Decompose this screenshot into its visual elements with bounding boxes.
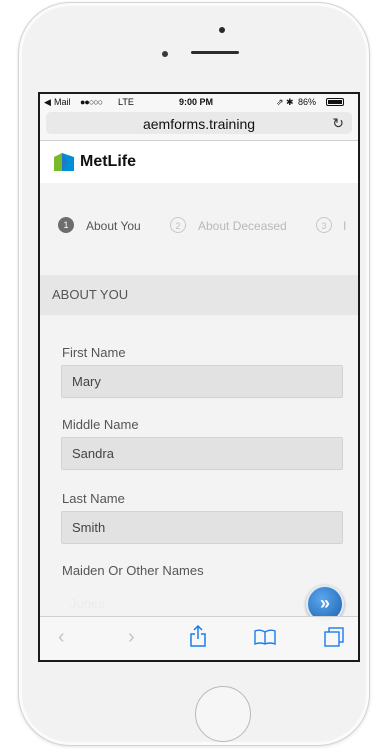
earpiece-speaker bbox=[191, 51, 239, 54]
front-camera bbox=[162, 51, 168, 57]
battery-percent: 86% bbox=[298, 97, 317, 107]
home-button[interactable] bbox=[195, 686, 251, 742]
last-name-field[interactable]: Smith bbox=[61, 511, 343, 544]
metlife-logo-icon bbox=[54, 153, 74, 171]
brand-name: MetLife bbox=[80, 153, 136, 170]
step-2-number[interactable]: 2 bbox=[170, 217, 186, 233]
forward-icon[interactable]: › bbox=[128, 627, 135, 647]
phone-screen: ◀ Mail ●●○○○ LTE 9:00 PM ⇗ ✱ 86% aemform… bbox=[38, 92, 360, 662]
brand-header: MetLife bbox=[40, 141, 358, 183]
mail-back-icon[interactable]: ◀ bbox=[44, 97, 51, 108]
first-name-label: First Name bbox=[62, 345, 126, 360]
bookmarks-icon[interactable] bbox=[254, 629, 276, 645]
clock: 9:00 PM bbox=[179, 97, 214, 107]
signal-icon: ●●○○○ bbox=[80, 97, 103, 107]
section-header: ABOUT YOU bbox=[40, 275, 358, 315]
url-text: aemforms.training bbox=[142, 116, 256, 132]
network-label: LTE bbox=[118, 97, 134, 107]
camera-dot bbox=[219, 27, 225, 33]
step-2-label[interactable]: About Deceased bbox=[198, 219, 287, 233]
middle-name-field[interactable]: Sandra bbox=[61, 437, 343, 470]
step-1-label[interactable]: About You bbox=[86, 219, 141, 233]
last-name-label: Last Name bbox=[62, 491, 125, 506]
back-icon[interactable]: ‹ bbox=[58, 627, 65, 647]
address-bar: aemforms.training ↻ bbox=[40, 110, 358, 141]
middle-name-label: Middle Name bbox=[62, 417, 139, 432]
tabs-icon[interactable] bbox=[324, 627, 344, 647]
url-field[interactable]: aemforms.training ↻ bbox=[46, 112, 352, 134]
battery-icon bbox=[326, 98, 344, 106]
progress-steps: 1 About You 2 About Deceased 3 I bbox=[40, 183, 358, 275]
first-name-field[interactable]: Mary bbox=[61, 365, 343, 398]
step-1-number[interactable]: 1 bbox=[58, 217, 74, 233]
share-icon[interactable] bbox=[190, 625, 206, 647]
maiden-name-label: Maiden Or Other Names bbox=[62, 563, 204, 578]
browser-toolbar: ‹ › bbox=[40, 616, 358, 660]
reload-icon[interactable]: ↻ bbox=[332, 115, 344, 132]
maiden-name-field[interactable]: Jones bbox=[70, 596, 105, 611]
step-3-label[interactable]: I bbox=[343, 219, 346, 233]
carrier-label: Mail bbox=[54, 97, 71, 107]
location-bluetooth-icon: ⇗ ✱ bbox=[276, 97, 294, 107]
status-bar: ◀ Mail ●●○○○ LTE 9:00 PM ⇗ ✱ 86% bbox=[40, 94, 358, 110]
step-3-number[interactable]: 3 bbox=[316, 217, 332, 233]
